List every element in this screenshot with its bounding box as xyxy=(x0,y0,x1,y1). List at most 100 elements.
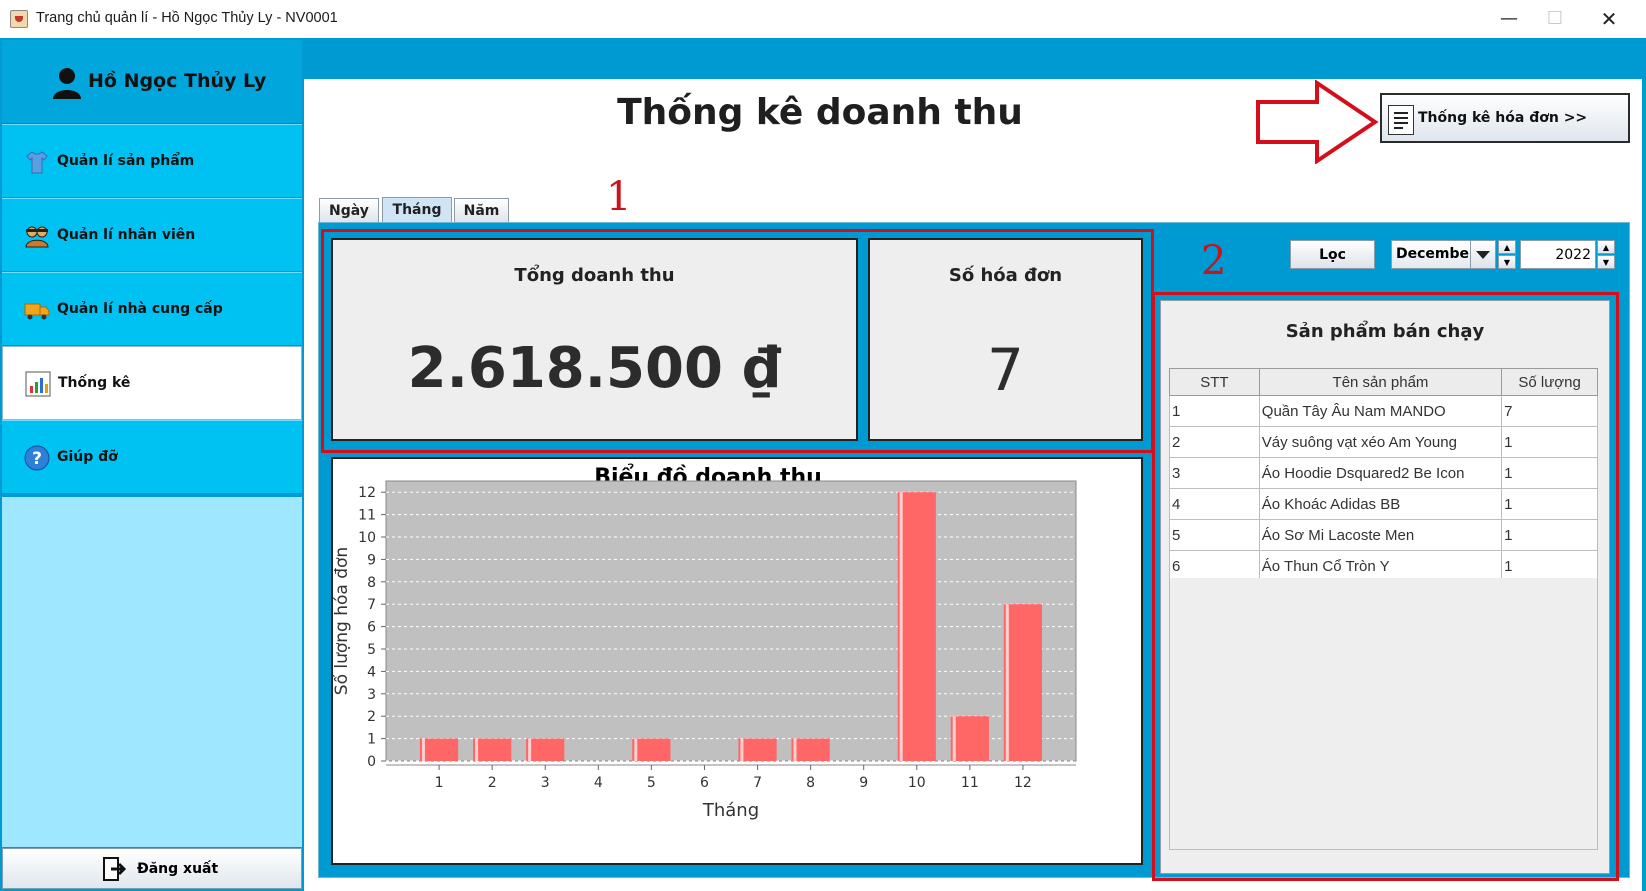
month-select[interactable]: December xyxy=(1391,240,1496,269)
y-tick-label: 4 xyxy=(367,664,376,680)
sidebar-item-suppliers[interactable]: Quản lí nhà cung cấp xyxy=(2,272,302,346)
sidebar-empty-area xyxy=(2,497,302,847)
revenue-bar-chart: Biểu đồ doanh thu 0123456789101112 12345… xyxy=(333,464,1077,821)
user-icon xyxy=(53,68,81,99)
tab-month[interactable]: Tháng xyxy=(382,197,452,223)
y-tick-label: 7 xyxy=(367,597,376,613)
bar-body xyxy=(1003,604,1043,761)
y-tick-label: 2 xyxy=(367,709,376,725)
sidebar-item-employees[interactable]: Quản lí nhân viên xyxy=(2,198,302,272)
sidebar-item-label: Giúp đỡ xyxy=(57,449,118,465)
y-tick-label: 3 xyxy=(367,687,376,703)
bar-highlight xyxy=(952,716,956,761)
document-list-icon xyxy=(1388,105,1414,135)
y-tick-label: 5 xyxy=(367,642,376,658)
red-highlight-box-1 xyxy=(321,229,1154,453)
x-axis-label: Tháng xyxy=(702,800,759,821)
sidebar-item-help[interactable]: ? Giúp đỡ xyxy=(2,420,302,494)
x-tick-label: 8 xyxy=(806,775,815,791)
bar-highlight xyxy=(475,738,479,761)
help-icon: ? xyxy=(24,445,50,471)
truck-icon xyxy=(24,303,50,320)
tab-year[interactable]: Năm xyxy=(454,198,509,223)
y-tick-label: 9 xyxy=(367,552,376,568)
x-tick-label: 3 xyxy=(541,775,550,791)
y-tick-label: 8 xyxy=(367,575,376,591)
bar-highlight xyxy=(740,738,744,761)
y-tick-label: 1 xyxy=(367,732,376,748)
bar xyxy=(1003,604,1043,761)
y-tick-label: 10 xyxy=(358,530,376,546)
bar-body xyxy=(526,738,565,761)
bar-highlight xyxy=(528,738,532,761)
x-tick-label: 6 xyxy=(700,775,709,791)
y-tick-label: 0 xyxy=(367,754,376,770)
page-title: Thống kê doanh thu xyxy=(617,92,1023,133)
x-tick-label: 2 xyxy=(488,775,497,791)
y-tick-label: 6 xyxy=(367,620,376,636)
sidebar-item-label: Quản lí sản phẩm xyxy=(57,153,195,169)
bar xyxy=(950,716,989,761)
bar-highlight xyxy=(421,738,425,761)
bar-highlight xyxy=(793,738,797,761)
bar xyxy=(419,738,459,761)
y-axis-ticks: 0123456789101112 xyxy=(358,485,386,770)
year-spinner-down[interactable]: ▼ xyxy=(1597,255,1615,269)
minimize-button[interactable]: — xyxy=(1486,4,1532,34)
bar-body xyxy=(791,738,830,761)
sidebar-item-label: Quản lí nhân viên xyxy=(57,227,196,243)
chevron-down-icon[interactable] xyxy=(1470,241,1495,268)
bar-body xyxy=(419,738,459,761)
red-arrow-annotation xyxy=(1256,80,1379,164)
sidebar-item-statistics[interactable]: Thống kê xyxy=(2,346,302,420)
x-tick-label: 11 xyxy=(961,775,979,791)
bar-highlight xyxy=(899,492,903,761)
bar-body xyxy=(897,492,936,761)
java-app-icon xyxy=(10,10,28,28)
bar xyxy=(473,738,512,761)
sidebar-item-products[interactable]: Quản lí sản phẩm xyxy=(2,124,302,198)
x-tick-label: 7 xyxy=(753,775,762,791)
month-spinner-down[interactable]: ▼ xyxy=(1498,255,1516,269)
bar-body xyxy=(632,738,671,761)
y-tick-label: 11 xyxy=(358,508,376,524)
x-tick-label: 5 xyxy=(647,775,656,791)
annotation-number-2: 2 xyxy=(1201,238,1227,284)
month-select-value: December xyxy=(1396,246,1476,262)
bar-highlight xyxy=(634,738,638,761)
logout-label: Đăng xuất xyxy=(137,861,219,877)
bar xyxy=(526,738,565,761)
bar-highlight xyxy=(1005,604,1009,761)
bar xyxy=(897,492,936,761)
x-tick-label: 4 xyxy=(594,775,603,791)
x-tick-label: 12 xyxy=(1014,775,1032,791)
year-spinner-up[interactable]: ▲ xyxy=(1597,240,1615,254)
filter-button[interactable]: Lọc xyxy=(1290,240,1375,269)
x-tick-label: 9 xyxy=(859,775,868,791)
people-icon xyxy=(25,226,49,248)
bar-body xyxy=(473,738,512,761)
invoice-statistics-button[interactable]: Thống kê hóa đơn >> xyxy=(1380,93,1630,143)
bar-body xyxy=(738,738,777,761)
sidebar-item-label: Quản lí nhà cung cấp xyxy=(57,301,223,317)
invoice-button-label: Thống kê hóa đơn >> xyxy=(1418,110,1588,126)
tab-day[interactable]: Ngày xyxy=(319,198,379,223)
shirt-icon xyxy=(26,151,48,174)
bar-body xyxy=(950,716,989,761)
red-highlight-box-2 xyxy=(1152,292,1619,881)
year-spinner-field[interactable]: 2022 xyxy=(1520,240,1596,269)
x-tick-label: 10 xyxy=(908,775,926,791)
svg-text:?: ? xyxy=(32,449,42,469)
close-button[interactable]: ✕ xyxy=(1586,4,1632,34)
y-tick-label: 12 xyxy=(358,485,376,501)
x-tick-label: 1 xyxy=(435,775,444,791)
revenue-chart-panel: Biểu đồ doanh thu 0 1 2 3 4 5 6 7 8 9 10 11 12 12345… xyxy=(331,457,1143,865)
bar xyxy=(791,738,830,761)
logout-icon xyxy=(103,857,127,881)
bar xyxy=(632,738,671,761)
logout-button[interactable]: Đăng xuất xyxy=(2,848,302,889)
sidebar-item-label: Thống kê xyxy=(58,375,131,391)
month-spinner-up[interactable]: ▲ xyxy=(1498,240,1516,254)
window-title: Trang chủ quản lí - Hồ Ngọc Thủy Ly - NV… xyxy=(36,10,338,26)
maximize-button[interactable]: ☐ xyxy=(1532,4,1578,34)
